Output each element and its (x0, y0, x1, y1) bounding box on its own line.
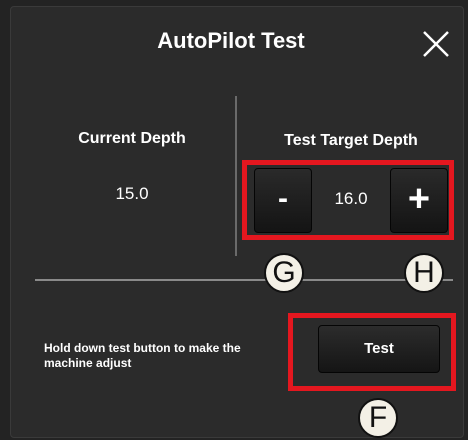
current-depth-value: 15.0 (115, 184, 149, 203)
target-depth-value: 16.0 (334, 189, 368, 208)
horizontal-divider (35, 279, 453, 281)
screen-frame: AutoPilot Test Current Depth 15.0 Test T… (0, 0, 468, 440)
test-button[interactable]: Test (318, 325, 440, 373)
test-instruction-text: Hold down test button to make the machin… (44, 341, 241, 370)
decrease-depth-button[interactable]: - (254, 168, 312, 233)
close-icon[interactable] (418, 26, 454, 62)
callout-marker-h: H (404, 253, 444, 293)
vertical-divider (235, 96, 237, 256)
dialog-title: AutoPilot Test (157, 28, 305, 53)
target-depth-label: Test Target Depth (284, 132, 418, 149)
increase-depth-button[interactable]: + (390, 168, 448, 233)
callout-marker-g: G (264, 253, 304, 293)
callout-marker-f: F (358, 398, 398, 438)
current-depth-label: Current Depth (78, 130, 186, 147)
